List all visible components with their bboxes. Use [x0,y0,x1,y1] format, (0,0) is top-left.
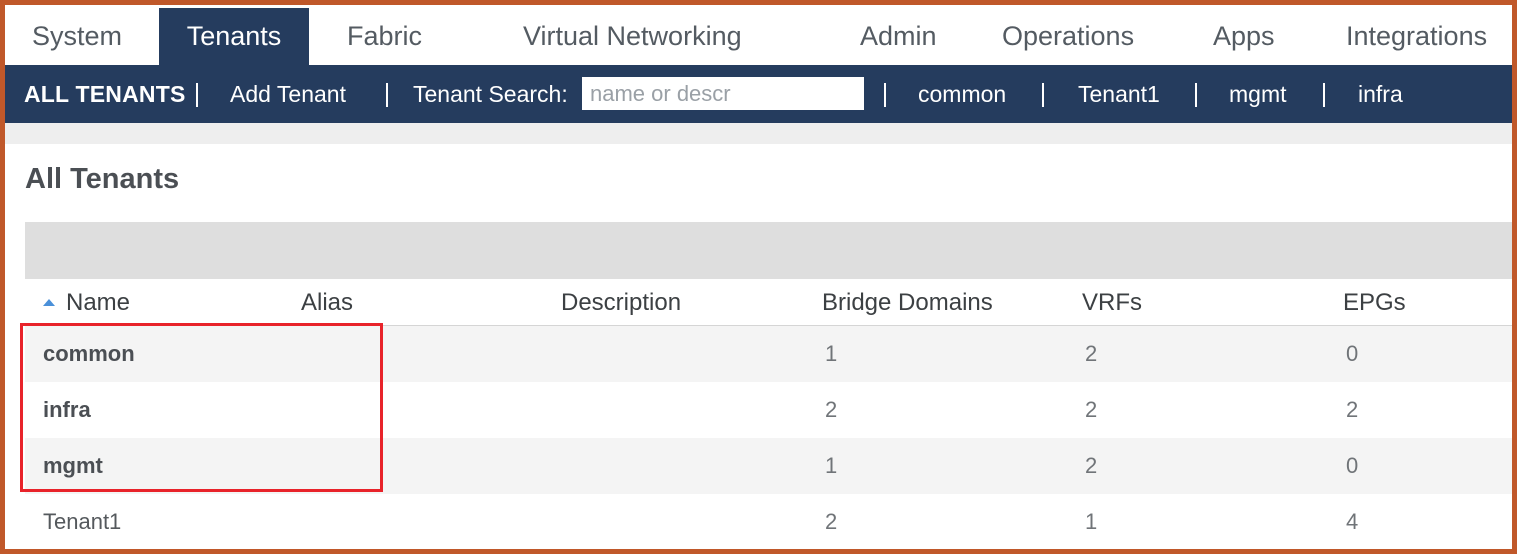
tab-apps[interactable]: Apps [1213,8,1275,65]
epgs-cell: 4 [1346,509,1359,534]
tab-integrations[interactable]: Integrations [1346,8,1487,65]
quick-link-infra[interactable]: infra [1358,65,1403,123]
tab-fabric[interactable]: Fabric [347,8,422,65]
tab-system[interactable]: System [32,8,122,65]
table-row[interactable]: mgmt 1 2 0 [25,438,1512,494]
bridge-domains-cell: 1 [825,341,838,366]
tab-admin[interactable]: Admin [860,8,937,65]
tenant-name-cell[interactable]: common [43,326,135,382]
tab-tenants[interactable]: Tenants [159,8,309,65]
content-top-bar [5,123,1512,144]
nav-separator [386,83,388,107]
tenant-name-cell[interactable]: mgmt [43,438,103,494]
nav-separator [1042,83,1044,107]
epgs-cell: 0 [1346,453,1359,478]
tenants-table-body: common 1 2 0 infra 2 2 2 mgmt 1 2 0 Tena… [25,326,1512,549]
quick-link-mgmt[interactable]: mgmt [1229,65,1287,123]
column-header-epgs[interactable]: EPGs [1343,279,1406,326]
add-tenant-link[interactable]: Add Tenant [230,65,346,123]
vrfs-cell: 2 [1085,341,1098,366]
top-nav: System Tenants Fabric Virtual Networking… [5,5,1512,65]
tenant-search-input[interactable] [582,77,864,110]
nav-separator [196,83,198,107]
vrfs-cell: 1 [1085,509,1098,534]
sort-ascending-icon[interactable] [43,299,55,306]
vrfs-cell: 2 [1085,453,1098,478]
bridge-domains-cell: 2 [825,397,838,422]
nav-separator [1195,83,1197,107]
column-header-name[interactable]: Name [66,279,130,326]
table-toolbar [25,222,1512,279]
table-row[interactable]: common 1 2 0 [25,326,1512,382]
epgs-cell: 0 [1346,341,1359,366]
tab-operations[interactable]: Operations [1002,8,1134,65]
all-tenants-link[interactable]: ALL TENANTS [24,65,186,123]
table-row[interactable]: infra 2 2 2 [25,382,1512,438]
table-header: Name Alias Description Bridge Domains VR… [25,279,1512,326]
bridge-domains-cell: 2 [825,509,838,534]
column-header-alias[interactable]: Alias [301,279,353,326]
epgs-cell: 2 [1346,397,1359,422]
tenant-name-cell[interactable]: Tenant1 [43,494,121,549]
bridge-domains-cell: 1 [825,453,838,478]
nav-separator [884,83,886,107]
nav-separator [1323,83,1325,107]
tenant-search-label: Tenant Search: [413,81,568,107]
page-title: All Tenants [25,163,180,195]
tenant-name-cell[interactable]: infra [43,382,91,438]
table-row[interactable]: Tenant1 2 1 4 [25,494,1512,549]
quick-link-common[interactable]: common [918,65,1006,123]
column-header-bridge-domains[interactable]: Bridge Domains [822,279,993,326]
quick-link-tenant1[interactable]: Tenant1 [1078,65,1160,123]
tab-virtual-networking[interactable]: Virtual Networking [523,8,742,65]
vrfs-cell: 2 [1085,397,1098,422]
column-header-vrfs[interactable]: VRFs [1082,279,1142,326]
column-header-description[interactable]: Description [561,279,681,326]
tenants-subnav: ALL TENANTS Add Tenant Tenant Search: co… [5,65,1512,123]
app-frame: System Tenants Fabric Virtual Networking… [5,5,1512,549]
